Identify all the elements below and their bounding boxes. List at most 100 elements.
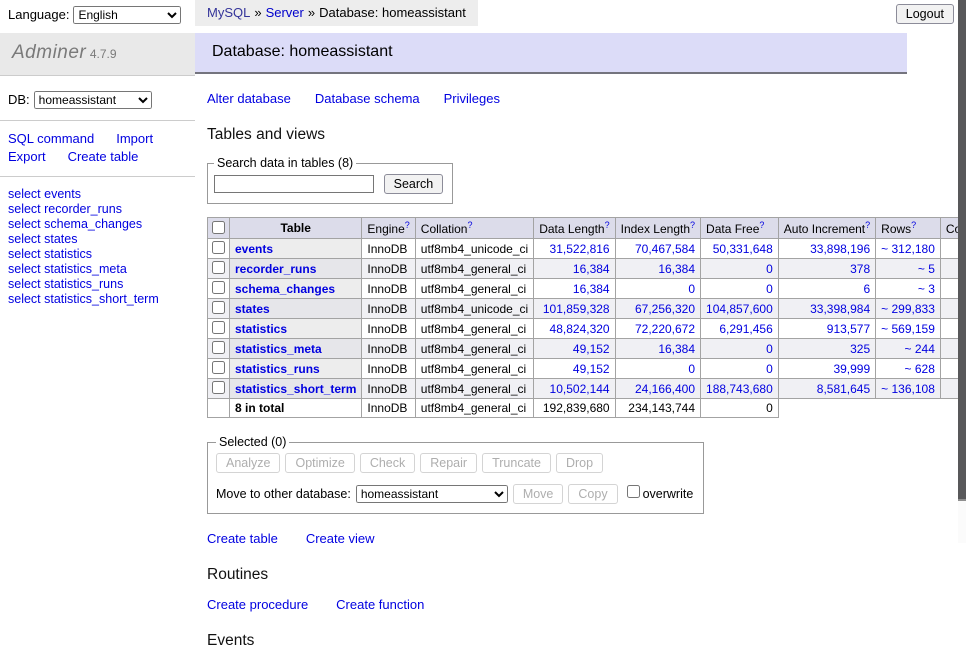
sidebar-select-recorder-runs-link[interactable]: select recorder_runs <box>8 202 195 217</box>
db-select[interactable]: homeassistant <box>34 91 152 109</box>
rows-link[interactable]: ~ 569,159 <box>881 322 935 336</box>
index-length-link[interactable]: 0 <box>688 282 695 296</box>
auto-increment-link[interactable]: 39,999 <box>833 362 870 376</box>
index-length-link[interactable]: 16,384 <box>658 342 695 356</box>
rows-link[interactable]: ~ 312,180 <box>881 242 935 256</box>
data-length-link[interactable]: 48,824,320 <box>550 322 610 336</box>
create-function-link[interactable]: Create function <box>336 597 424 612</box>
help-link-rows[interactable]: ? <box>911 220 916 230</box>
select-all-checkbox[interactable] <box>212 221 225 234</box>
scrollbar-thumb[interactable] <box>958 0 966 501</box>
data-free-link[interactable]: 104,857,600 <box>706 302 773 316</box>
data-length-link[interactable]: 31,522,816 <box>550 242 610 256</box>
rows-link[interactable]: ~ 628 <box>905 362 935 376</box>
sidebar-select-states-link[interactable]: select states <box>8 232 195 247</box>
row-checkbox-statistics-runs[interactable] <box>212 361 225 374</box>
auto-increment-link[interactable]: 325 <box>850 342 870 356</box>
row-checkbox-statistics-short-term[interactable] <box>212 381 225 394</box>
table-link-statistics-short-term[interactable]: statistics_short_term <box>235 382 356 396</box>
table-link-events[interactable]: events <box>235 242 273 256</box>
language-select[interactable]: English <box>73 6 181 24</box>
sidebar-select-statistics-link[interactable]: select statistics <box>8 247 195 262</box>
sidebar-select-schema-changes-link[interactable]: select schema_changes <box>8 217 195 232</box>
auto-increment-link[interactable]: 33,398,984 <box>810 302 870 316</box>
data-free-link[interactable]: 0 <box>766 282 773 296</box>
help-link-data-length[interactable]: ? <box>605 220 610 230</box>
sidebar-select-events-link[interactable]: select events <box>8 187 195 202</box>
rows-link[interactable]: ~ 136,108 <box>881 382 935 396</box>
data-length-link[interactable]: 49,152 <box>573 342 610 356</box>
check-button[interactable]: Check <box>360 453 415 473</box>
create-table-link-sidebar[interactable]: Create table <box>68 149 139 164</box>
rows-link[interactable]: ~ 3 <box>918 282 935 296</box>
index-length-link[interactable]: 72,220,672 <box>635 322 695 336</box>
index-length-link[interactable]: 70,467,584 <box>635 242 695 256</box>
sql-command-link[interactable]: SQL command <box>8 131 94 146</box>
rows-link[interactable]: ~ 5 <box>918 262 935 276</box>
data-length-link[interactable]: 10,502,144 <box>550 382 610 396</box>
rows-link[interactable]: ~ 244 <box>905 342 935 356</box>
create-view-link[interactable]: Create view <box>306 531 375 546</box>
data-free-link[interactable]: 50,331,648 <box>713 242 773 256</box>
data-free-link[interactable]: 0 <box>766 342 773 356</box>
row-checkbox-statistics-meta[interactable] <box>212 341 225 354</box>
create-procedure-link[interactable]: Create procedure <box>207 597 308 612</box>
auto-increment-link[interactable]: 33,898,196 <box>810 242 870 256</box>
overwrite-checkbox[interactable] <box>627 485 640 498</box>
index-length-link[interactable]: 16,384 <box>658 262 695 276</box>
sidebar-select-statistics-runs-link[interactable]: select statistics_runs <box>8 277 195 292</box>
database-schema-link[interactable]: Database schema <box>315 91 420 106</box>
table-link-statistics-meta[interactable]: statistics_meta <box>235 342 322 356</box>
row-checkbox-statistics[interactable] <box>212 321 225 334</box>
help-link-engine[interactable]: ? <box>405 220 410 230</box>
search-input[interactable] <box>214 175 374 193</box>
table-link-statistics-runs[interactable]: statistics_runs <box>235 362 320 376</box>
breadcrumb-server-link[interactable]: Server <box>266 5 304 20</box>
move-button[interactable]: Move <box>513 484 564 504</box>
data-length-link[interactable]: 101,859,328 <box>543 302 610 316</box>
index-length-link[interactable]: 67,256,320 <box>635 302 695 316</box>
data-length-link[interactable]: 16,384 <box>573 262 610 276</box>
data-free-link[interactable]: 0 <box>766 362 773 376</box>
help-link-auto-increment[interactable]: ? <box>865 220 870 230</box>
scrollbar-track[interactable] <box>958 0 966 543</box>
rows-link[interactable]: ~ 299,833 <box>881 302 935 316</box>
sidebar-select-statistics-meta-link[interactable]: select statistics_meta <box>8 262 195 277</box>
analyze-button[interactable]: Analyze <box>216 453 280 473</box>
auto-increment-link[interactable]: 6 <box>863 282 870 296</box>
alter-database-link[interactable]: Alter database <box>207 91 291 106</box>
data-free-link[interactable]: 0 <box>766 262 773 276</box>
import-link[interactable]: Import <box>116 131 153 146</box>
move-database-select[interactable]: homeassistant <box>356 485 508 503</box>
privileges-link[interactable]: Privileges <box>444 91 500 106</box>
export-link[interactable]: Export <box>8 149 46 164</box>
auto-increment-link[interactable]: 378 <box>850 262 870 276</box>
logout-button[interactable]: Logout <box>896 4 954 24</box>
create-table-link[interactable]: Create table <box>207 531 278 546</box>
data-free-link[interactable]: 188,743,680 <box>706 382 773 396</box>
index-length-link[interactable]: 24,166,400 <box>635 382 695 396</box>
help-link-data-free[interactable]: ? <box>759 220 764 230</box>
drop-button[interactable]: Drop <box>556 453 603 473</box>
row-checkbox-recorder-runs[interactable] <box>212 261 225 274</box>
help-link-collation[interactable]: ? <box>467 220 472 230</box>
row-checkbox-schema-changes[interactable] <box>212 281 225 294</box>
index-length-link[interactable]: 0 <box>688 362 695 376</box>
auto-increment-link[interactable]: 8,581,645 <box>817 382 870 396</box>
help-link-index-length[interactable]: ? <box>690 220 695 230</box>
sidebar-select-statistics-short-term-link[interactable]: select statistics_short_term <box>8 292 195 307</box>
copy-button[interactable]: Copy <box>568 484 617 504</box>
breadcrumb-mysql-link[interactable]: MySQL <box>207 5 250 20</box>
table-link-statistics[interactable]: statistics <box>235 322 287 336</box>
data-length-link[interactable]: 16,384 <box>573 282 610 296</box>
table-link-states[interactable]: states <box>235 302 270 316</box>
data-length-link[interactable]: 49,152 <box>573 362 610 376</box>
truncate-button[interactable]: Truncate <box>482 453 551 473</box>
row-checkbox-states[interactable] <box>212 301 225 314</box>
auto-increment-link[interactable]: 913,577 <box>827 322 870 336</box>
data-free-link[interactable]: 6,291,456 <box>719 322 772 336</box>
repair-button[interactable]: Repair <box>420 453 477 473</box>
row-checkbox-events[interactable] <box>212 241 225 254</box>
table-link-schema-changes[interactable]: schema_changes <box>235 282 335 296</box>
search-button[interactable]: Search <box>384 174 444 194</box>
